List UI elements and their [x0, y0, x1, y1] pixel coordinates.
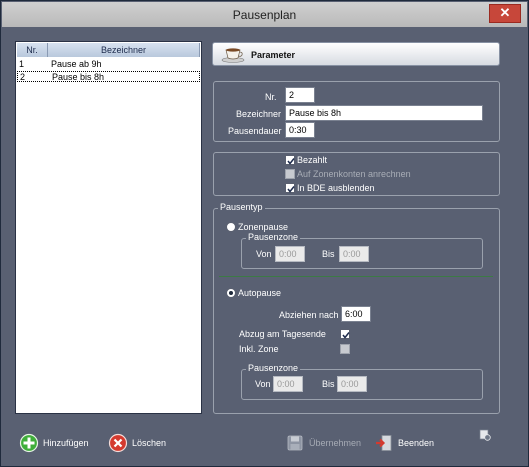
nr-label: Nr.: [265, 92, 277, 102]
close-button[interactable]: ✕: [489, 4, 521, 23]
delete-button-label: Löschen: [132, 438, 167, 448]
parameter-tab-label: Parameter: [251, 50, 296, 60]
checkmark-icon: [287, 158, 295, 165]
inkl-zone-checkbox[interactable]: [340, 344, 350, 354]
list-row[interactable]: 1 Pause ab 9h: [17, 59, 200, 70]
zonenpause-von-field[interactable]: 0:00: [275, 246, 305, 262]
zonenpause-bis-label: Bis: [322, 249, 335, 259]
exit-button-label: Beenden: [398, 438, 435, 448]
bde-label: In BDE ausblenden: [297, 183, 375, 193]
pausendauer-field[interactable]: 0:30: [285, 122, 315, 138]
bezahlt-label: Bezahlt: [297, 155, 328, 165]
bezeichner-field[interactable]: Pause bis 8h: [285, 105, 483, 121]
column-header-bezeichner[interactable]: Bezeichner: [48, 43, 200, 57]
pausentyp-legend: Pausentyp: [218, 202, 265, 212]
coffee-cup-icon: [221, 48, 245, 63]
delete-icon: [108, 433, 128, 453]
abzug-checkbox[interactable]: [340, 329, 350, 339]
checkmark-icon: [342, 332, 350, 339]
autopause-zone-legend: Pausenzone: [246, 363, 301, 373]
abziehen-label: Abziehen nach: [279, 310, 339, 320]
zonenkonten-label: Auf Zonenkonten anrechnen: [297, 169, 411, 179]
zonenpause-label: Zonenpause: [238, 222, 289, 232]
zonenkonten-checkbox[interactable]: [285, 169, 295, 179]
title-bar[interactable]: Pausenplan ✕: [2, 2, 527, 27]
pausenplan-window: Pausenplan ✕ Nr. Bezeichner 1 Pause ab 9…: [0, 0, 529, 467]
pausendauer-label: Pausendauer: [228, 126, 282, 136]
exit-door-icon: [376, 435, 392, 451]
abzug-label: Abzug am Tagesende: [239, 329, 326, 339]
row-nr: 2: [20, 72, 26, 82]
autopause-bis-field[interactable]: 0:00: [337, 376, 367, 392]
zonenpause-radio[interactable]: [226, 222, 236, 232]
row-nr: 1: [19, 59, 25, 69]
plus-icon: [19, 433, 39, 453]
checkmark-icon: [287, 186, 295, 193]
zonenpause-bis-field[interactable]: 0:00: [339, 246, 369, 262]
list-header: Nr. Bezeichner: [17, 43, 200, 57]
delete-button[interactable]: Löschen: [108, 433, 168, 455]
apply-button[interactable]: Übernehmen: [285, 433, 362, 455]
bezahlt-checkbox[interactable]: [285, 155, 295, 165]
abziehen-field[interactable]: 6:00: [341, 306, 371, 322]
autopause-bis-label: Bis: [322, 379, 335, 389]
nr-field[interactable]: 2: [285, 87, 315, 103]
zonenpause-von-label: Von: [256, 249, 272, 259]
autopause-radio[interactable]: [226, 288, 236, 298]
window-title: Pausenplan: [232, 8, 297, 22]
pausentyp-separator: [219, 276, 493, 277]
save-disk-icon: [287, 435, 303, 451]
settings-gear-icon[interactable]: [479, 429, 491, 441]
autopause-von-field[interactable]: 0:00: [273, 376, 303, 392]
parameter-tab[interactable]: Parameter: [212, 42, 500, 66]
column-header-nr[interactable]: Nr.: [17, 43, 48, 57]
apply-button-label: Übernehmen: [309, 438, 362, 448]
pausen-list[interactable]: Nr. Bezeichner 1 Pause ab 9h 2 Pause bis…: [15, 41, 202, 414]
exit-button[interactable]: Beenden: [374, 433, 439, 455]
bezeichner-label: Bezeichner: [236, 109, 282, 119]
autopause-label: Autopause: [238, 288, 282, 298]
zonenpause-zone-legend: Pausenzone: [246, 232, 301, 242]
autopause-von-label: Von: [255, 379, 271, 389]
row-bezeichner: Pause ab 9h: [51, 59, 102, 69]
row-bezeichner: Pause bis 8h: [52, 72, 105, 82]
add-button-label: Hinzufügen: [43, 438, 89, 448]
bde-checkbox[interactable]: [285, 183, 295, 193]
list-row-selected[interactable]: 2 Pause bis 8h: [17, 71, 200, 82]
add-button[interactable]: Hinzufügen: [19, 433, 89, 455]
inkl-zone-label: Inkl. Zone: [239, 344, 279, 354]
